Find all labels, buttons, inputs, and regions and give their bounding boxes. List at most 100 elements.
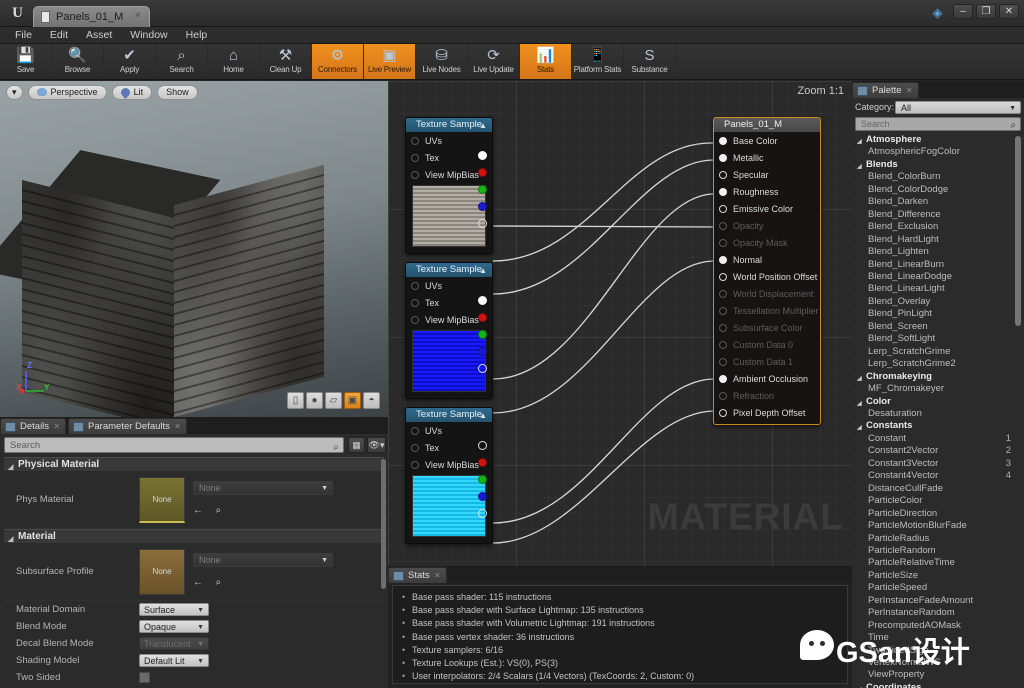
palette-group-header[interactable]: ◢ Atmosphere: [855, 134, 1021, 146]
material-output-pin-row[interactable]: Ambient Occlusion: [714, 370, 820, 387]
palette-group-header[interactable]: ◢ Color: [855, 396, 1021, 408]
palette-group-header[interactable]: ◢ Blends: [855, 159, 1021, 171]
palette-item[interactable]: Blend_Exclusion: [855, 221, 1021, 233]
material-output-pin-row[interactable]: World Displacement: [714, 285, 820, 302]
output-pin-dot[interactable]: [719, 358, 727, 366]
palette-item[interactable]: Constant 1: [855, 433, 1021, 445]
toolbar-save-button[interactable]: 💾 Save: [0, 44, 52, 79]
output-pin-dot[interactable]: [719, 239, 727, 247]
palette-item[interactable]: Constant2Vector 2: [855, 445, 1021, 457]
viewport-options-dropdown[interactable]: ▾: [6, 85, 23, 100]
menu-file[interactable]: File: [6, 27, 41, 43]
node-output-pin-white[interactable]: [478, 296, 487, 305]
output-pin-dot[interactable]: [719, 171, 727, 179]
tab-palette[interactable]: Palette ✕: [852, 82, 919, 98]
details-dropdown[interactable]: Default Lit ▼: [139, 654, 209, 667]
node-output-pin-green[interactable]: [478, 185, 487, 194]
toolbar-live-preview-button[interactable]: ▣ Live Preview: [364, 44, 416, 79]
browse-to-asset-icon[interactable]: ⌕: [215, 577, 221, 588]
material-output-pin-row[interactable]: Tessellation Multiplier: [714, 302, 820, 319]
tab-details[interactable]: Details ✕: [0, 418, 66, 434]
material-output-pin-row[interactable]: Base Color: [714, 132, 820, 149]
material-output-pin-row[interactable]: Subsurface Color: [714, 319, 820, 336]
node-output-pin-blue[interactable]: [478, 202, 487, 211]
output-pin-dot[interactable]: [719, 188, 727, 196]
material-output-node[interactable]: Panels_01_M Base Color Metallic Specular…: [713, 117, 821, 425]
node-output-pin-alpha[interactable]: [478, 441, 487, 450]
material-output-pin-row[interactable]: Normal: [714, 251, 820, 268]
browse-to-asset-icon[interactable]: ⌕: [215, 505, 221, 516]
menu-window[interactable]: Window: [121, 27, 176, 43]
output-pin-dot[interactable]: [719, 324, 727, 332]
palette-item[interactable]: AtmosphericFogColor: [855, 146, 1021, 158]
output-pin-dot[interactable]: [719, 273, 727, 281]
node-title[interactable]: Texture Sample ▲: [406, 408, 492, 422]
close-icon[interactable]: ✕: [906, 86, 913, 95]
palette-item[interactable]: PerInstanceFadeAmount: [855, 595, 1021, 607]
material-graph-canvas[interactable]: MATERIAL Zoom 1:1 Texture Sample ▲ UVs T…: [388, 81, 852, 566]
toolbar-browse-button[interactable]: 🔍 Browse: [52, 44, 104, 79]
preview-shape-cube[interactable]: ▣: [344, 392, 361, 409]
palette-item[interactable]: ParticleRelativeTime: [855, 557, 1021, 569]
maximize-button[interactable]: ❐: [976, 4, 996, 19]
node-output-pin-alpha[interactable]: [478, 219, 487, 228]
toolbar-connectors-button[interactable]: ⚙ Connectors: [312, 44, 364, 79]
details-checkbox[interactable]: [139, 672, 150, 683]
toolbar-live-update-button[interactable]: ⟳ Live Update: [468, 44, 520, 79]
asset-tab[interactable]: Panels_01_M ✕: [33, 6, 150, 27]
minimize-button[interactable]: –: [953, 4, 973, 19]
asset-thumbnail[interactable]: None: [139, 477, 185, 523]
show-menu-button[interactable]: Show: [157, 85, 198, 100]
material-output-pin-row[interactable]: Specular: [714, 166, 820, 183]
toolbar-search-button[interactable]: ⌕ Search: [156, 44, 208, 79]
palette-item[interactable]: Blend_ColorBurn: [855, 171, 1021, 183]
material-output-pin-row[interactable]: Roughness: [714, 183, 820, 200]
palette-item[interactable]: Constant3Vector 3: [855, 458, 1021, 470]
palette-item[interactable]: Lerp_ScratchGrime: [855, 346, 1021, 358]
node-input-pin-row[interactable]: UVs: [406, 422, 492, 439]
input-pin-dot[interactable]: [411, 171, 419, 179]
palette-item[interactable]: Blend_SoftLight: [855, 333, 1021, 345]
toolbar-stats-button[interactable]: 📊 Stats: [520, 44, 572, 79]
close-button[interactable]: ✕: [999, 4, 1019, 19]
menu-edit[interactable]: Edit: [41, 27, 77, 43]
material-output-pin-row[interactable]: Opacity Mask: [714, 234, 820, 251]
output-pin-dot[interactable]: [719, 205, 727, 213]
material-output-pin-row[interactable]: Refraction: [714, 387, 820, 404]
output-pin-dot[interactable]: [719, 290, 727, 298]
collapse-icon[interactable]: ▲: [479, 119, 487, 133]
output-pin-dot[interactable]: [719, 137, 727, 145]
palette-item[interactable]: ParticleColor: [855, 495, 1021, 507]
palette-item[interactable]: ParticleSpeed: [855, 582, 1021, 594]
material-output-pin-row[interactable]: Opacity: [714, 217, 820, 234]
material-output-pin-row[interactable]: Metallic: [714, 149, 820, 166]
close-icon[interactable]: ✕: [133, 11, 142, 20]
material-output-pin-row[interactable]: Emissive Color: [714, 200, 820, 217]
preview-viewport[interactable]: ▾ Perspective Lit Show Z Y X ▯●▱▣◓: [0, 81, 388, 417]
details-scrollbar[interactable]: [381, 459, 386, 589]
toolbar-home-button[interactable]: ⌂ Home: [208, 44, 260, 79]
close-icon[interactable]: ✕: [434, 571, 441, 580]
preview-shape-cone[interactable]: ◓: [363, 392, 380, 409]
palette-item[interactable]: Blend_Darken: [855, 196, 1021, 208]
details-grid-view-button[interactable]: ▦: [348, 437, 365, 453]
palette-item[interactable]: Blend_Overlay: [855, 296, 1021, 308]
output-pin-dot[interactable]: [719, 222, 727, 230]
palette-group-header[interactable]: ◢ Chromakeying: [855, 371, 1021, 383]
material-output-pin-row[interactable]: World Position Offset: [714, 268, 820, 285]
details-section-header[interactable]: ◢ Physical Material: [4, 457, 384, 471]
palette-item[interactable]: ParticleRandom: [855, 545, 1021, 557]
node-output-pin-blue[interactable]: [478, 492, 487, 501]
material-output-pin-row[interactable]: Custom Data 1: [714, 353, 820, 370]
node-input-pin-row[interactable]: UVs: [406, 277, 492, 294]
input-pin-dot[interactable]: [411, 154, 419, 162]
palette-item[interactable]: Desaturation: [855, 408, 1021, 420]
use-selected-icon[interactable]: ←: [193, 577, 203, 588]
palette-item[interactable]: Blend_Screen: [855, 321, 1021, 333]
node-output-pin-green[interactable]: [478, 330, 487, 339]
palette-list[interactable]: ◢ Atmosphere AtmosphericFogColor ◢ Blend…: [855, 134, 1021, 688]
details-search-input[interactable]: Search ⌕: [4, 437, 344, 453]
texture-sample-node[interactable]: Texture Sample ▲ UVs Tex View MipBias: [405, 117, 493, 254]
collapse-icon[interactable]: ▲: [479, 264, 487, 278]
toolbar-substance-button[interactable]: S Substance: [624, 44, 676, 79]
